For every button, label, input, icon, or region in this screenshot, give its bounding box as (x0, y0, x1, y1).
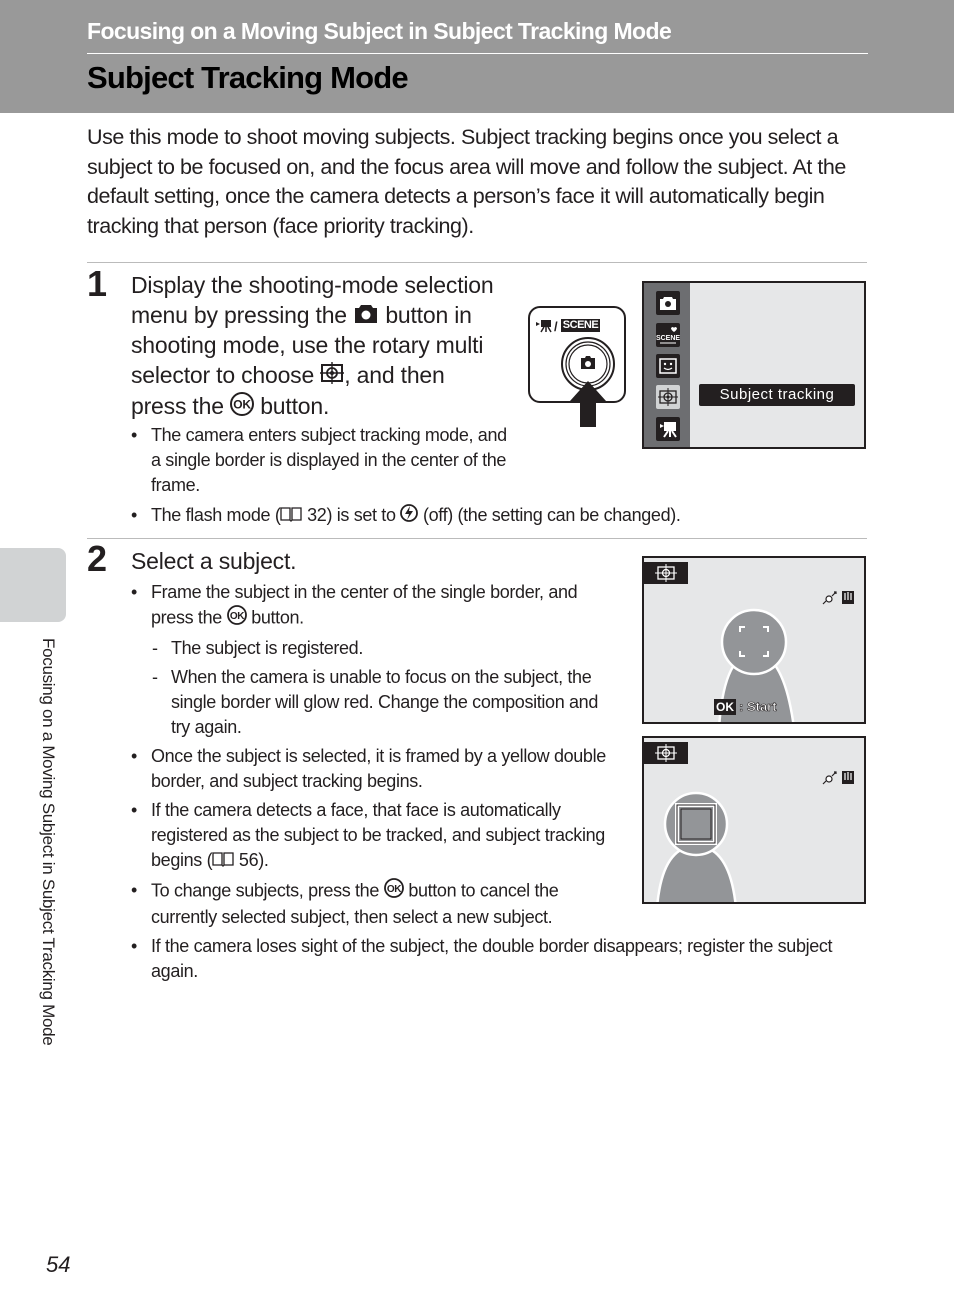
svg-text:SCENE: SCENE (656, 335, 680, 342)
step-2-number: 2 (87, 538, 108, 579)
step-2-bullets-2: If the camera loses sight of the subject… (131, 934, 851, 988)
book-reference-icon (212, 849, 234, 874)
bullet-item: Once the subject is selected, it is fram… (131, 744, 611, 794)
bullet-text: ). (258, 850, 269, 870)
camera-button-icon (353, 302, 379, 332)
lcd-screen-single-border: OK : Start (642, 556, 866, 724)
bullet-text: Frame the subject in the center of the s… (151, 582, 578, 628)
page-number: 54 (46, 1252, 71, 1277)
bullet-text: The flash mode ( (151, 505, 281, 525)
ok-start-prompt: OK : Start (714, 699, 777, 715)
step-2-bullets: Frame the subject in the center of the s… (131, 580, 611, 934)
page-title: Subject Tracking Mode (87, 60, 409, 95)
start-label: : Start (739, 699, 777, 715)
camera-icon[interactable] (656, 291, 680, 315)
page-reference: 32 (307, 505, 327, 525)
bullet-item: The camera enters subject tracking mode,… (131, 423, 511, 498)
bullet-item: To change subjects, press the OK button … (131, 878, 611, 930)
svg-text:/: / (554, 319, 558, 334)
sub-bullet-item: When the camera is unable to focus on th… (131, 665, 611, 740)
divider (87, 538, 867, 539)
bullet-item: The flash mode ( 32) is set to (off) (th… (131, 503, 851, 529)
menu-selected-label: Subject tracking (699, 384, 855, 406)
svg-text:OK: OK (387, 884, 402, 895)
step-1-heading: Display the shooting-mode selection menu… (131, 271, 506, 423)
header-divider (87, 53, 868, 54)
chapter-side-label: Focusing on a Moving Subject in Subject … (39, 638, 58, 1046)
bullet-item: If the camera detects a face, that face … (131, 798, 611, 874)
scene-label: SCENE (562, 319, 599, 331)
intro-paragraph: Use this mode to shoot moving subjects. … (87, 125, 846, 238)
step-1-text-c: , (344, 361, 351, 388)
section-title: Focusing on a Moving Subject in Subject … (87, 18, 672, 44)
page-header: Focusing on a Moving Subject in Subject … (0, 0, 954, 113)
bullet-text: ) is set to (326, 505, 396, 525)
press-arrow-icon (570, 381, 606, 427)
ok-button-icon: OK (383, 877, 404, 905)
bullet-item: Frame the subject in the center of the s… (131, 580, 611, 632)
step-1-bullets-2: The flash mode ( 32) is set to (off) (th… (131, 503, 851, 533)
ok-badge: OK (714, 699, 736, 715)
step-1-number: 1 (87, 263, 108, 304)
smart-portrait-icon[interactable] (656, 354, 680, 378)
bullet-item: If the camera loses sight of the subject… (131, 934, 851, 984)
movie-icon[interactable] (656, 417, 680, 441)
divider (87, 262, 867, 263)
bullet-text: (off) (the setting can be changed). (422, 505, 681, 525)
step-2-heading: Select a subject. (131, 548, 297, 574)
lcd-screen-tracking (642, 736, 866, 904)
shooting-mode-menu-screen: SCENE Subject tracking (642, 281, 866, 449)
step-1-bullets: The camera enters subject tracking mode,… (131, 423, 511, 502)
subject-tracking-icon[interactable] (656, 385, 680, 409)
svg-text:OK: OK (229, 611, 244, 622)
chapter-side-tab[interactable] (0, 548, 66, 622)
svg-text:OK: OK (233, 397, 251, 411)
book-reference-icon (280, 504, 303, 529)
subject-silhouette (718, 608, 795, 722)
step-1-text-e: button. (260, 392, 330, 419)
bullet-text: To change subjects, press the (151, 880, 379, 900)
flash-off-icon (400, 503, 419, 529)
ok-button-icon: OK (230, 391, 255, 424)
bullet-text: button. (251, 607, 304, 628)
subject-tracking-icon (320, 362, 345, 392)
subject-silhouette-tracked (656, 791, 737, 902)
sub-bullet-item: The subject is registered. (131, 636, 611, 661)
menu-icon-strip: SCENE (644, 283, 690, 447)
movie-icon (536, 320, 552, 333)
page-reference: 56 (238, 850, 259, 870)
scene-icon[interactable]: SCENE (656, 323, 680, 347)
ok-button-icon: OK (226, 605, 247, 632)
